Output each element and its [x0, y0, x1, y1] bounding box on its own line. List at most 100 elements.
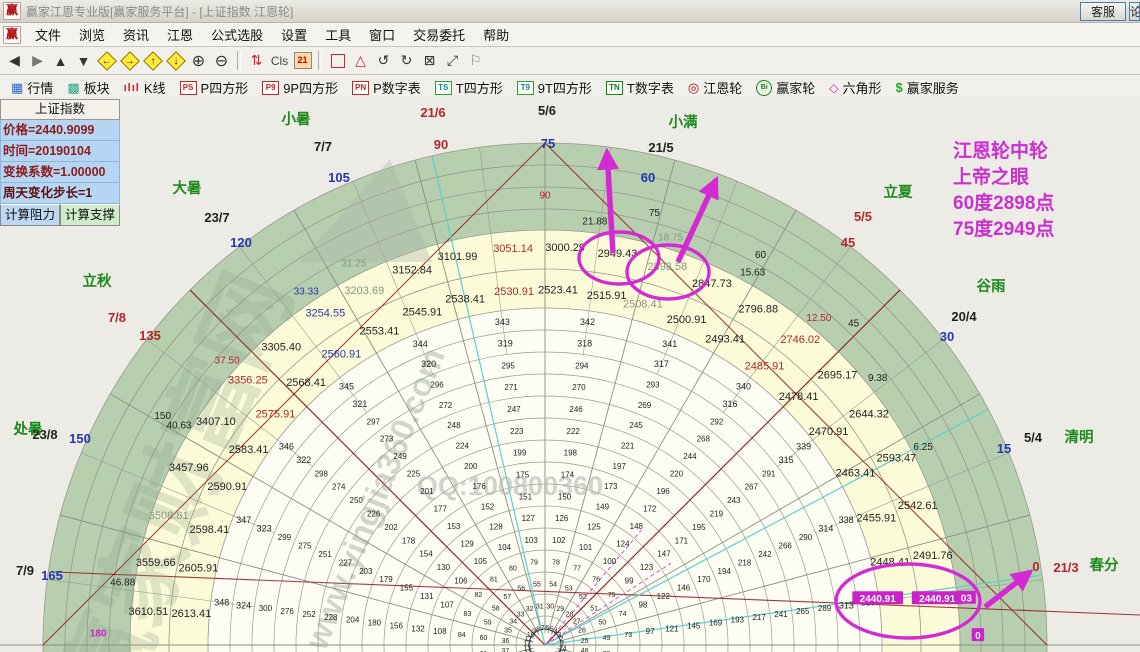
- wheel-number: 148: [630, 522, 644, 531]
- wheel-number: 271: [504, 383, 518, 392]
- view-hexagon[interactable]: ◇六角形: [822, 78, 888, 97]
- wheel-number: 298: [315, 469, 329, 478]
- view-9t-square[interactable]: T99T四方形: [510, 78, 599, 97]
- wheel-number: 195: [692, 523, 706, 532]
- wheel-number: 193: [731, 616, 745, 625]
- wheel-number: 2593.47: [877, 453, 917, 465]
- pan-right-button[interactable]: →: [118, 50, 141, 72]
- view-sectors[interactable]: ▩板块: [60, 78, 116, 97]
- full-extent-button[interactable]: ⊠: [418, 50, 441, 72]
- rim-label: 立夏: [884, 183, 913, 201]
- wheel-number: 77: [573, 565, 581, 572]
- wheel-number: 3356.25: [228, 375, 268, 387]
- menu-news[interactable]: 资讯: [114, 25, 158, 44]
- view-quotes[interactable]: ▦行情: [4, 78, 60, 97]
- view-9p-square[interactable]: P99P四方形: [255, 78, 345, 97]
- wheel-number: 196: [656, 487, 670, 496]
- wheel-number: 24: [559, 645, 567, 652]
- calc-resistance-button[interactable]: 计算阻力: [0, 204, 60, 226]
- wheel-number: 346: [279, 442, 294, 452]
- fit-center-button[interactable]: ⤢: [441, 50, 464, 72]
- rim-label: 7/8: [108, 310, 126, 325]
- wheel-number: 242: [758, 550, 772, 559]
- wheel-number: 51: [590, 605, 598, 612]
- view-kline[interactable]: ılılK线: [117, 78, 173, 97]
- menu-file[interactable]: 文件: [26, 25, 70, 44]
- wheel-number: 49: [603, 635, 611, 642]
- customer-service-button[interactable]: 客服: [1080, 2, 1126, 21]
- wheel-number: 250: [350, 496, 364, 505]
- nav-down-button[interactable]: ▼: [72, 50, 95, 72]
- pan-up-button[interactable]: ↑: [141, 50, 164, 72]
- menu-browse[interactable]: 浏览: [70, 25, 114, 44]
- menu-tools[interactable]: 工具: [316, 25, 360, 44]
- view-t-table[interactable]: TNT数字表: [599, 78, 681, 97]
- wheel-number: 125: [587, 523, 601, 532]
- wheel-number: 52: [579, 594, 587, 601]
- pan-left-button[interactable]: ←: [95, 50, 118, 72]
- board-button[interactable]: ⚐: [464, 50, 487, 72]
- wheel-number: 226: [367, 510, 381, 519]
- wheel-number: 31: [536, 603, 544, 610]
- wheel-number: 2613.41: [172, 608, 212, 620]
- wheel-number: 243: [727, 496, 741, 505]
- rotate-ccw-button[interactable]: ↺: [372, 50, 395, 72]
- menu-gann[interactable]: 江恩: [158, 25, 202, 44]
- view-winner-wheel[interactable]: Bi赢家轮: [749, 78, 822, 97]
- wheel-number: 2491.76: [913, 550, 953, 562]
- nav-right-button[interactable]: ▶: [26, 50, 49, 72]
- view-p-square[interactable]: PSP四方形: [173, 78, 256, 97]
- view-gann-wheel[interactable]: ◎江恩轮: [681, 78, 749, 97]
- wheel-number: 2746.02: [780, 334, 820, 346]
- view-p-table[interactable]: PNP数字表: [345, 78, 428, 97]
- zoom-in-button[interactable]: ⊕: [187, 50, 210, 72]
- wheel-number: 2590.91: [207, 481, 247, 493]
- wheel-number: 7: [541, 625, 545, 632]
- wheel-number: 2493.41: [705, 334, 745, 346]
- wheel-number: 146: [677, 584, 691, 593]
- wheel-number: 2500.91: [667, 314, 707, 326]
- forum-button[interactable]: 论坛: [1129, 2, 1140, 21]
- wheel-number: 198: [564, 449, 578, 458]
- wheel-number: 34: [509, 619, 517, 626]
- wheel-number: 3051.14: [493, 243, 533, 255]
- wheel-number: 3508.81: [149, 510, 189, 522]
- rect-tool-button[interactable]: [326, 50, 349, 72]
- wheel-number: 228: [324, 613, 338, 622]
- nav-left-button[interactable]: ◀: [3, 50, 26, 72]
- highlighted-value: 0: [975, 631, 981, 642]
- calc-support-button[interactable]: 计算支撑: [60, 204, 120, 226]
- wheel-number: 221: [621, 441, 635, 450]
- pan-down-button[interactable]: ↓: [164, 50, 187, 72]
- rim-label: 75: [541, 136, 555, 151]
- nav-up-button[interactable]: ▲: [49, 50, 72, 72]
- rotate-cw-button[interactable]: ↻: [395, 50, 418, 72]
- wheel-number: 128: [489, 523, 503, 532]
- menu-settings[interactable]: 设置: [272, 25, 316, 44]
- view-t-square[interactable]: TST四方形: [428, 78, 510, 97]
- wheel-number: 4: [554, 629, 558, 636]
- menu-trade[interactable]: 交易委托: [404, 25, 474, 44]
- triangle-tool-button[interactable]: △: [349, 50, 372, 72]
- view-winner-service[interactable]: $赢家服务: [888, 78, 965, 97]
- rim-label: 立秋: [83, 272, 112, 290]
- wheel-number: 58: [492, 605, 500, 612]
- wheel-number: 32: [526, 606, 534, 613]
- zoom-out-button[interactable]: ⊖: [210, 50, 233, 72]
- wheel-number: 156: [390, 621, 404, 630]
- cls-button[interactable]: Cls: [268, 50, 291, 72]
- menu-help[interactable]: 帮助: [474, 25, 518, 44]
- menu-window[interactable]: 窗口: [360, 25, 404, 44]
- wheel-number: 345: [339, 381, 354, 391]
- wheel-number: 2478.41: [779, 391, 819, 403]
- wheel-number: 76: [592, 576, 600, 583]
- menu-formula-stockpick[interactable]: 公式选股: [202, 25, 272, 44]
- wheel-number: 27: [573, 619, 581, 626]
- updown-tool-button[interactable]: ⇅: [245, 50, 268, 72]
- highlighted-value: 2440.91: [860, 594, 897, 605]
- wheel-number: 2605.91: [179, 563, 219, 575]
- calendar-button[interactable]: 21: [291, 50, 314, 72]
- wheel-number: 75: [649, 208, 661, 219]
- wheel-number: 246: [569, 405, 583, 414]
- wheel-number: 319: [498, 339, 513, 349]
